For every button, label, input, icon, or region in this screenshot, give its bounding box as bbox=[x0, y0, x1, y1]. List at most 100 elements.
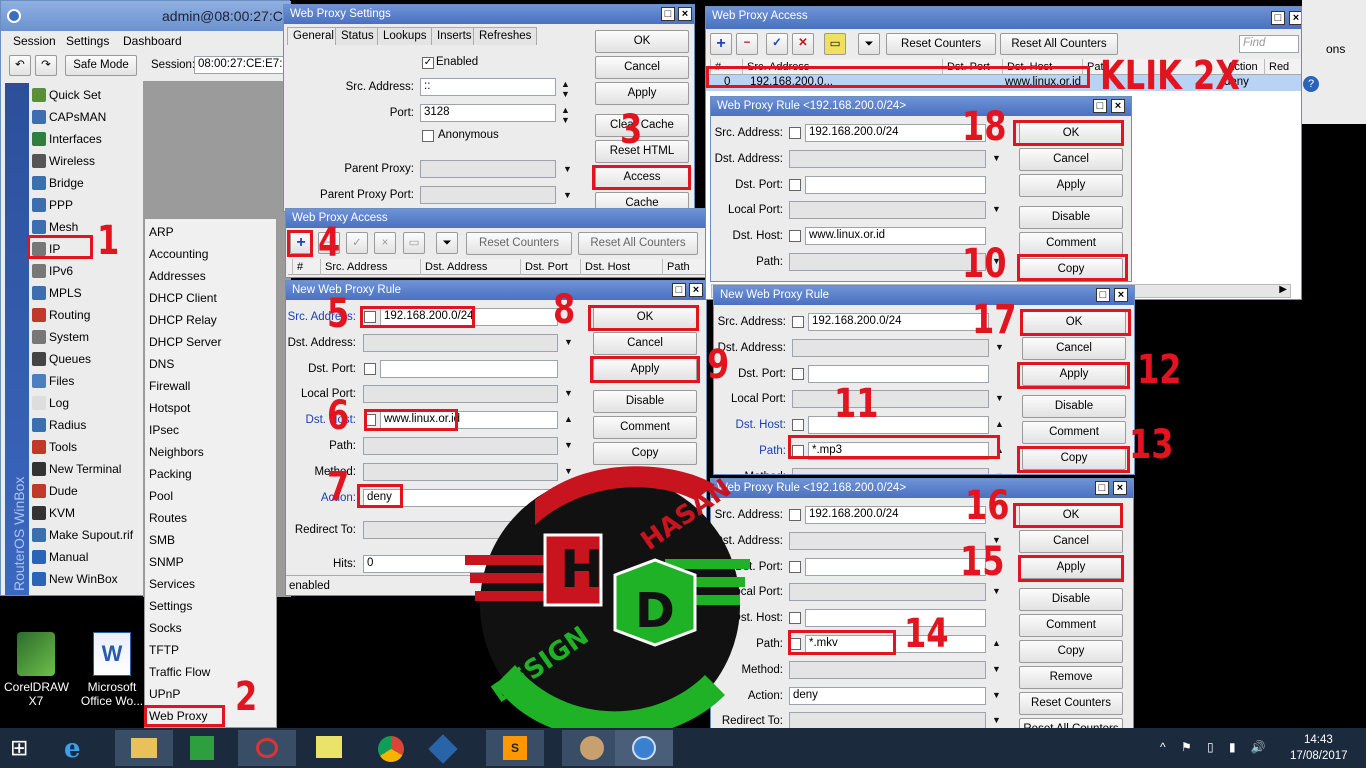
desktop-icon-coreldraw[interactable]: CorelDRAW X7 bbox=[4, 632, 69, 712]
chrome-icon[interactable] bbox=[378, 736, 404, 762]
submenu-item-dhcp-client[interactable]: DHCP Client bbox=[149, 287, 217, 309]
cancel-button[interactable]: Cancel bbox=[593, 332, 697, 355]
session-field[interactable]: 08:00:27:CE:E7:C bbox=[194, 56, 294, 74]
enable-icon[interactable]: ✓ bbox=[346, 232, 368, 254]
sticky-notes-icon[interactable] bbox=[316, 736, 342, 758]
field-dst-address[interactable] bbox=[792, 338, 989, 357]
maximize-icon[interactable]: □ bbox=[1271, 11, 1285, 25]
stepper-icon[interactable]: ▲ ▼ bbox=[561, 79, 570, 99]
submenu-item-firewall[interactable]: Firewall bbox=[149, 375, 190, 397]
dropdown-icon[interactable]: ▼ bbox=[992, 153, 1001, 163]
invert-checkbox[interactable] bbox=[789, 612, 801, 625]
invert-checkbox[interactable] bbox=[789, 560, 801, 573]
dropdown-icon[interactable]: ▼ bbox=[564, 388, 573, 398]
dropdown-icon[interactable]: ▼ bbox=[563, 190, 572, 200]
submenu-item-addresses[interactable]: Addresses bbox=[149, 265, 206, 287]
invert-checkbox[interactable] bbox=[792, 419, 804, 432]
clock-time[interactable]: 14:43 bbox=[1304, 734, 1333, 746]
field-dst-host[interactable] bbox=[805, 609, 986, 628]
filter-icon[interactable]: ⏷ bbox=[858, 33, 880, 55]
sublime-icon[interactable]: S bbox=[486, 730, 544, 766]
field-dst-port[interactable] bbox=[808, 364, 989, 383]
comment-button[interactable]: Comment bbox=[1019, 232, 1123, 255]
winbox-taskbar-icon[interactable] bbox=[615, 730, 673, 766]
reset-all-counters-button[interactable]: Reset All Counters bbox=[578, 232, 698, 255]
field-local-port[interactable] bbox=[792, 390, 989, 409]
field-dst-address[interactable] bbox=[789, 149, 986, 168]
maximize-icon[interactable]: □ bbox=[672, 283, 686, 297]
field-dst-host[interactable]: www.linux.or.id bbox=[805, 227, 986, 246]
field-src-address[interactable]: 192.168.200.0/24 bbox=[805, 124, 986, 142]
disable-button[interactable]: Disable bbox=[1019, 588, 1123, 611]
disable-icon[interactable]: ✕ bbox=[792, 33, 814, 55]
desktop-icon-word[interactable]: W Microsoft Office Wo... bbox=[76, 632, 148, 712]
ie-icon[interactable]: e bbox=[64, 734, 81, 764]
col-dst-host[interactable]: Dst. Host bbox=[580, 259, 660, 275]
field-path[interactable] bbox=[789, 253, 986, 271]
cancel-button[interactable]: Cancel bbox=[1019, 148, 1123, 171]
comment-icon[interactable]: ▭ bbox=[824, 33, 846, 55]
submenu-item-arp[interactable]: ARP bbox=[149, 221, 174, 243]
dropdown-icon[interactable]: ▼ bbox=[564, 440, 573, 450]
find-input[interactable]: Find bbox=[1239, 35, 1299, 53]
dropdown-icon[interactable]: ▲ bbox=[992, 638, 1001, 648]
close-icon[interactable]: × bbox=[1113, 481, 1127, 495]
field-method[interactable] bbox=[789, 660, 986, 679]
cancel-button[interactable]: Cancel bbox=[595, 56, 689, 79]
reset-all-counters-button[interactable]: Reset All Counters bbox=[1000, 33, 1118, 55]
field-dst-port[interactable] bbox=[805, 557, 986, 576]
submenu-item-traffic-flow[interactable]: Traffic Flow bbox=[149, 661, 210, 683]
comment-icon[interactable]: ▭ bbox=[403, 232, 425, 254]
col-dst-address[interactable]: Dst. Address bbox=[420, 259, 520, 275]
field-src-address[interactable]: 192.168.200.0/24 bbox=[805, 506, 986, 524]
field-dst-port[interactable] bbox=[380, 359, 558, 378]
remove-button[interactable]: Remove bbox=[1019, 666, 1123, 689]
dropdown-icon[interactable]: ▼ bbox=[995, 393, 1004, 403]
field-action[interactable]: deny bbox=[789, 686, 986, 705]
remove-icon[interactable]: − bbox=[736, 33, 758, 55]
col-path[interactable]: Path bbox=[662, 259, 706, 275]
dropdown-icon[interactable]: ▼ bbox=[992, 664, 1001, 674]
dropdown-icon[interactable]: ▼ bbox=[992, 204, 1001, 214]
close-icon[interactable]: × bbox=[1111, 99, 1125, 113]
ok-button[interactable]: OK bbox=[595, 30, 689, 53]
virtualbox-icon[interactable] bbox=[428, 734, 458, 764]
submenu-item-dhcp-relay[interactable]: DHCP Relay bbox=[149, 309, 217, 331]
copy-button[interactable]: Copy bbox=[1019, 640, 1123, 663]
dropdown-icon[interactable]: ▼ bbox=[992, 690, 1001, 700]
store-icon[interactable] bbox=[190, 736, 214, 760]
close-icon[interactable]: × bbox=[1289, 11, 1301, 25]
submenu-item-services[interactable]: Services bbox=[149, 573, 195, 595]
field-local-port[interactable] bbox=[363, 385, 558, 404]
tray-icons[interactable]: ^ ⚑ ▯ ▮ 🔊 bbox=[1160, 740, 1272, 754]
submenu-item-neighbors[interactable]: Neighbors bbox=[149, 441, 204, 463]
snipping-icon[interactable] bbox=[238, 730, 296, 766]
comment-button[interactable]: Comment bbox=[593, 416, 697, 439]
submenu-item-routes[interactable]: Routes bbox=[149, 507, 187, 529]
comment-button[interactable]: Comment bbox=[1022, 421, 1126, 444]
invert-checkbox[interactable] bbox=[789, 509, 801, 521]
redo-icon[interactable]: ↷ bbox=[35, 55, 57, 76]
tab-status[interactable]: Status bbox=[335, 27, 380, 45]
dropdown-icon[interactable]: ▲ bbox=[564, 414, 573, 424]
maximize-icon[interactable]: □ bbox=[661, 7, 675, 21]
submenu-item-settings[interactable]: Settings bbox=[149, 595, 192, 617]
col-redirect[interactable]: Red bbox=[1264, 59, 1301, 75]
add-icon[interactable]: + bbox=[710, 33, 732, 55]
stepper-icon[interactable]: ▲ ▼ bbox=[561, 105, 570, 125]
field-dst-address[interactable] bbox=[789, 531, 986, 550]
disable-icon[interactable]: × bbox=[374, 232, 396, 254]
submenu-item-packing[interactable]: Packing bbox=[149, 463, 192, 485]
invert-checkbox[interactable] bbox=[789, 178, 801, 191]
field-dst-address[interactable] bbox=[363, 333, 558, 352]
dropdown-icon[interactable]: ▲ bbox=[995, 419, 1004, 429]
submenu-item-smb[interactable]: SMB bbox=[149, 529, 175, 551]
submenu-item-ipsec[interactable]: IPsec bbox=[149, 419, 179, 441]
help-icon[interactable]: ? bbox=[1303, 76, 1319, 92]
cancel-button[interactable]: Cancel bbox=[1019, 530, 1123, 553]
col-dst-port[interactable]: Dst. Port bbox=[520, 259, 580, 275]
field-src-address[interactable]: 192.168.200.0/24 bbox=[808, 313, 989, 331]
close-icon[interactable]: × bbox=[678, 7, 692, 21]
invert-checkbox[interactable] bbox=[789, 230, 801, 243]
enabled-checkbox[interactable]: ✓ bbox=[422, 57, 434, 69]
